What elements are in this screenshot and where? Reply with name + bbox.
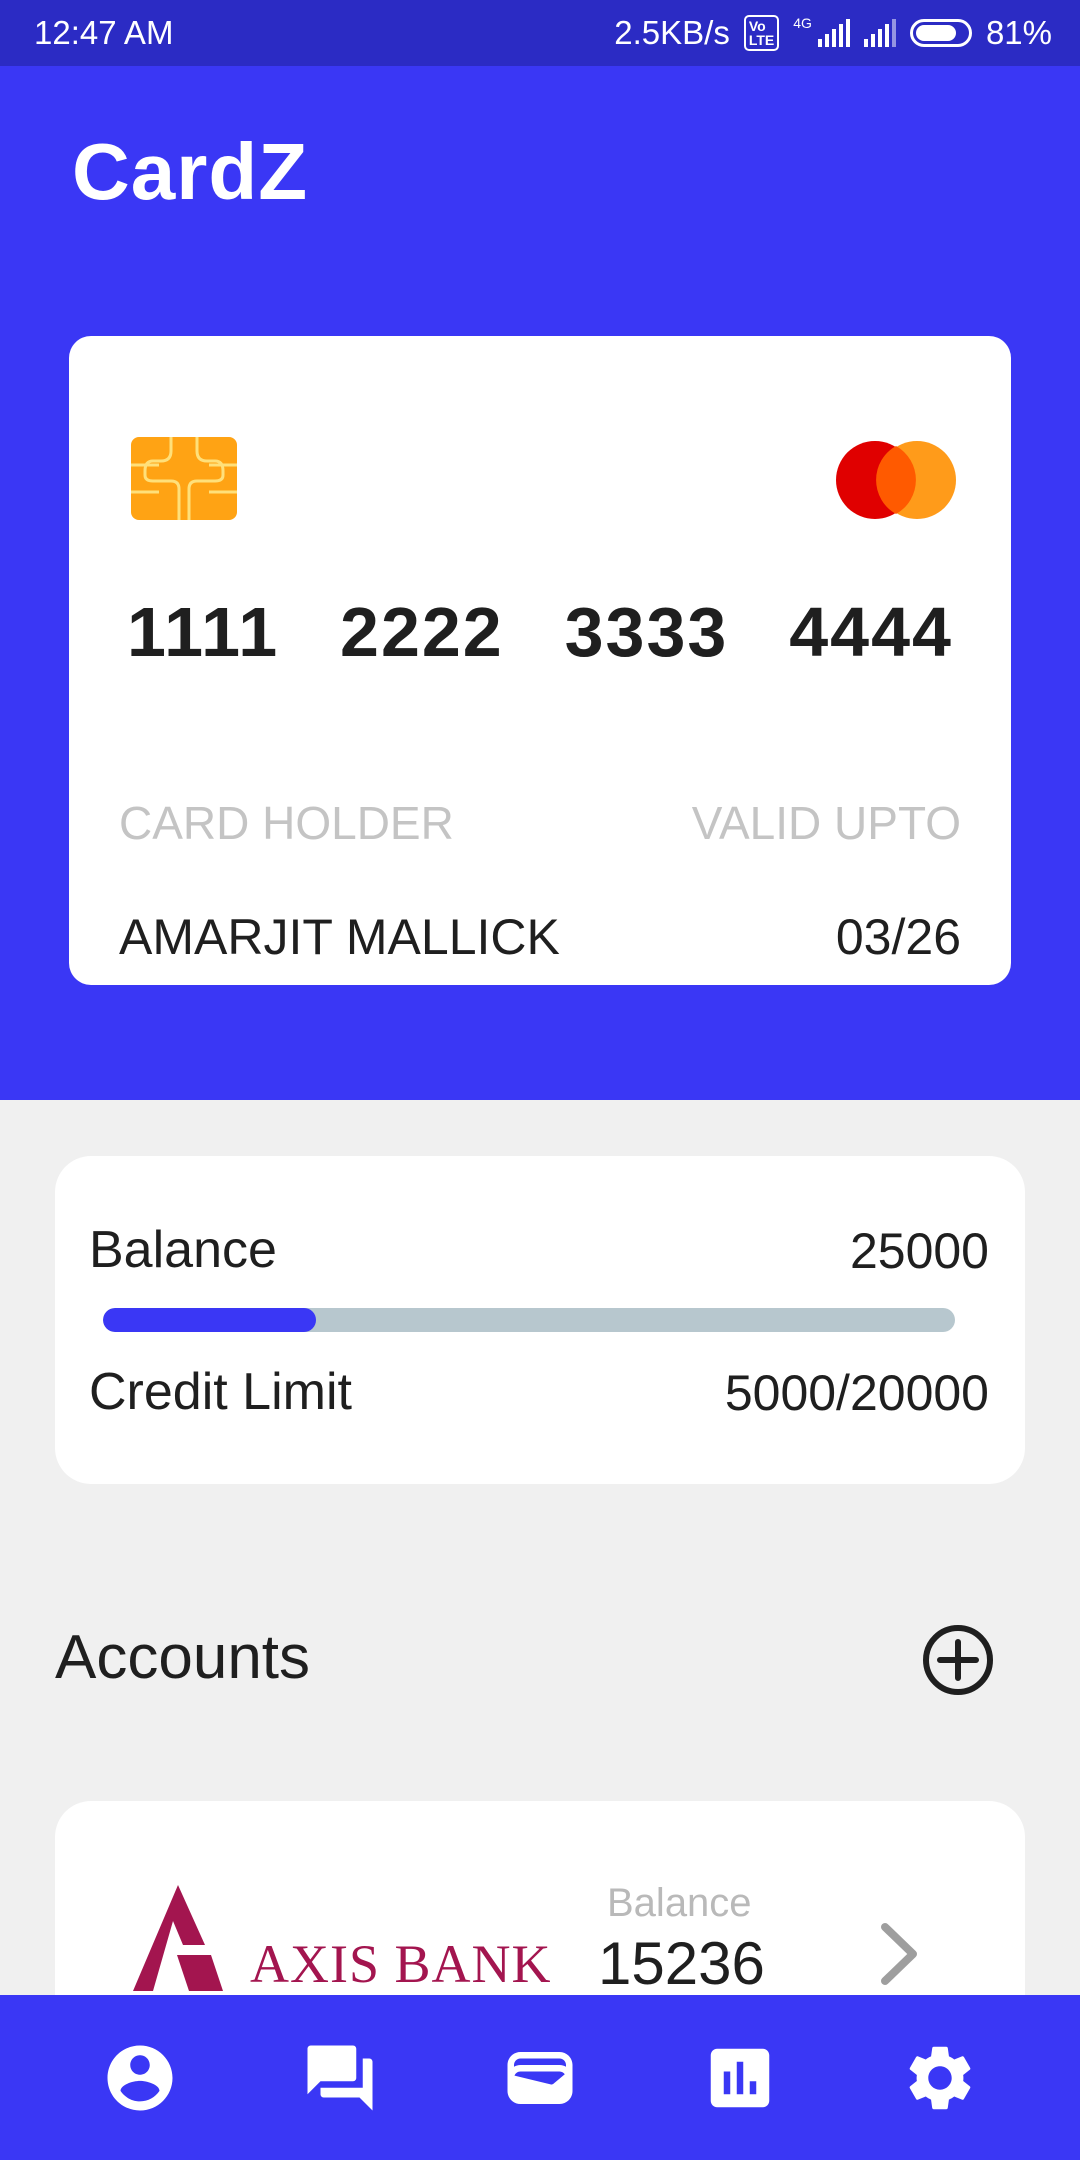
battery-percent: 81% [985,14,1052,51]
card-holder-label: CARD HOLDER [119,797,454,849]
axis-bank-logo-icon [133,1885,223,1991]
signal-icon-2 [863,19,896,47]
chat-icon [307,2045,373,2110]
card-number-group: 3333 [564,593,729,671]
settings-icon [909,2046,971,2109]
nav-stats[interactable] [690,2028,790,2128]
bank-name: AXIS BANK [250,1934,552,1994]
status-bar: 12:47 AM 2.5KB/s Vo LTE 4G 81% [0,0,1080,66]
credit-card[interactable]: 1111 2222 3333 4444 CARD HOLDER VALID UP… [69,336,1011,985]
signal-icon [817,19,850,47]
net-speed: 2.5KB/s [614,14,730,51]
account-balance-label: Balance [607,1881,752,1925]
chevron-right-icon[interactable] [875,1919,925,1989]
profile-icon [107,2045,173,2110]
card-number: 1111 2222 3333 4444 [127,592,953,672]
nav-chat[interactable] [290,2028,390,2128]
app-title: CardZ [72,127,309,216]
card-expiry: 03/26 [835,909,961,965]
card-holder-name: AMARJIT MALLICK [119,909,560,965]
card-number-group: 2222 [340,593,504,671]
credit-progress-fill [103,1308,316,1332]
balance-value: 25000 [849,1223,989,1279]
balance-label: Balance [89,1221,277,1279]
wallet-icon [507,2051,573,2104]
network-type: 4G [793,15,812,31]
status-indicators: 2.5KB/s Vo LTE 4G 81% [614,14,1052,52]
nav-profile[interactable] [90,2028,190,2128]
volte-icon: Vo LTE [743,15,780,51]
nav-settings[interactable] [890,2028,990,2128]
credit-limit-label: Credit Limit [89,1363,352,1421]
chip-icon [131,437,237,520]
card-number-group: 4444 [789,593,953,671]
account-balance-value: 15236 [598,1930,765,1997]
battery-icon [909,19,972,47]
add-circle-icon[interactable] [922,1624,994,1696]
card-number-group: 1111 [127,593,280,671]
nav-wallet[interactable] [490,2028,590,2128]
mastercard-icon [835,440,957,520]
valid-upto-label: VALID UPTO [691,797,961,849]
credit-progress-bar [103,1308,955,1332]
header: CardZ 1111 2222 3333 4444 CARD HOLDER VA… [0,66,1080,1100]
balance-card: Balance 25000 Credit Limit 5000/20000 [55,1156,1025,1484]
accounts-heading: Accounts [55,1623,311,1692]
bottom-nav [0,1995,1080,2160]
status-time: 12:47 AM [34,14,174,51]
credit-limit-value: 5000/20000 [724,1365,989,1421]
stats-icon [710,2048,770,2107]
